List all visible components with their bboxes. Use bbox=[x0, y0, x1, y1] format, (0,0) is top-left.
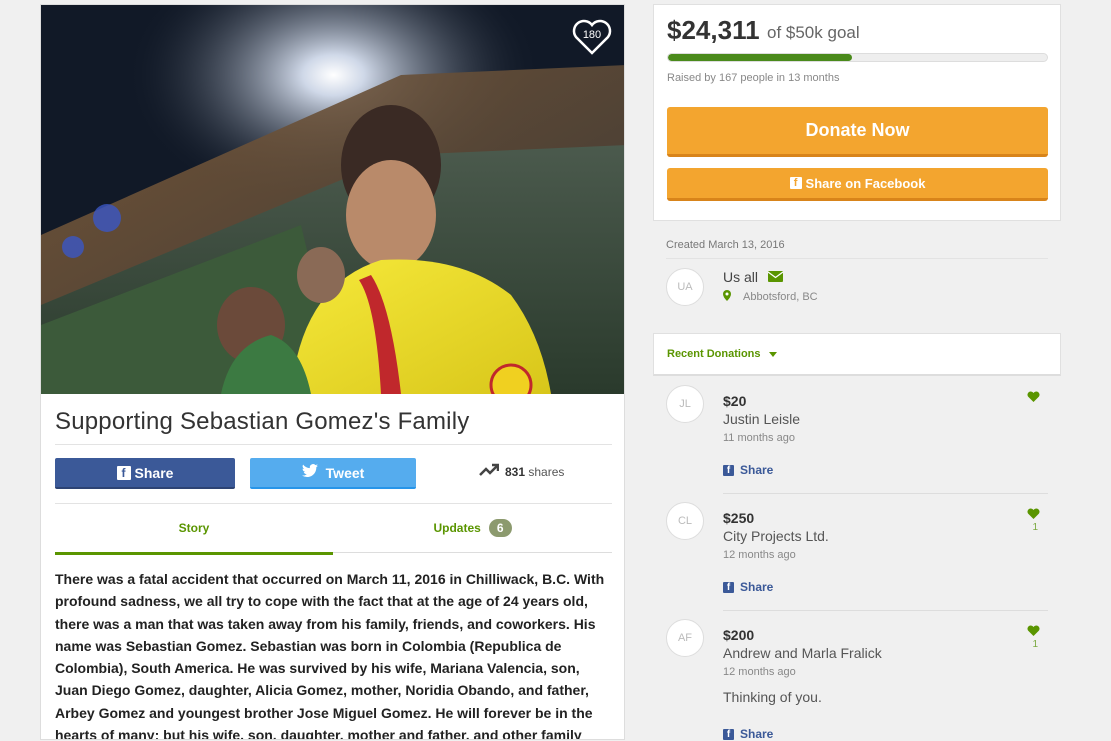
donate-label: Donate Now bbox=[805, 120, 910, 140]
donation-share-button[interactable]: f Share bbox=[723, 727, 773, 741]
like-count: 180 bbox=[582, 29, 602, 41]
facebook-icon: f bbox=[116, 465, 131, 480]
donation-share-button[interactable]: f Share bbox=[723, 580, 773, 594]
donation-like-count: 1 bbox=[1032, 522, 1038, 533]
recent-donations-label: Recent Donations bbox=[667, 348, 761, 360]
envelope-icon[interactable] bbox=[767, 269, 784, 285]
map-marker-icon bbox=[723, 290, 731, 304]
share-label: Share bbox=[134, 464, 174, 481]
divider bbox=[666, 258, 1048, 259]
facebook-icon: f bbox=[723, 728, 734, 740]
donation-item: JL $20 Justin Leisle 11 months ago f Sha… bbox=[666, 385, 1048, 494]
progress-fill bbox=[668, 54, 853, 61]
donation-time: 11 months ago bbox=[723, 432, 795, 444]
donor-name: Andrew and Marla Fralick bbox=[723, 645, 882, 661]
goal-text: of $50k goal bbox=[767, 23, 860, 42]
content-tabs: Story Updates 6 bbox=[55, 504, 612, 555]
facebook-icon: f bbox=[789, 177, 802, 189]
donate-now-button[interactable]: Donate Now bbox=[667, 107, 1048, 157]
donation-time: 12 months ago bbox=[723, 549, 796, 561]
tab-updates-label: Updates bbox=[433, 521, 481, 535]
tab-story-label: Story bbox=[178, 521, 210, 535]
donation-like-count: 1 bbox=[1032, 639, 1038, 650]
donation-message: Thinking of you. bbox=[723, 689, 822, 705]
donation-share-label: Share bbox=[740, 463, 774, 477]
story-text: There was a fatal accident that occurred… bbox=[55, 571, 605, 740]
updates-count-badge: 6 bbox=[488, 519, 512, 537]
divider bbox=[55, 444, 612, 445]
donation-share-label: Share bbox=[740, 727, 774, 741]
donation-amount: $20 bbox=[723, 393, 747, 409]
goal-card: $24,311 of $50k goal Raised by 167 peopl… bbox=[653, 4, 1061, 221]
donation-share-label: Share bbox=[740, 580, 774, 594]
donation-amount: $200 bbox=[723, 627, 755, 643]
shares-count: 831 shares bbox=[479, 463, 564, 480]
campaign-photo-art bbox=[41, 5, 624, 394]
donation-amount: $250 bbox=[723, 510, 755, 526]
donor-name: City Projects Ltd. bbox=[723, 528, 829, 544]
donation-time: 12 months ago bbox=[723, 666, 796, 678]
organizer-location-row: Abbotsford, BC bbox=[723, 290, 818, 304]
twitter-icon bbox=[301, 464, 318, 481]
like-heart-button[interactable]: 180 bbox=[569, 17, 615, 57]
facebook-share-button[interactable]: f Share bbox=[55, 458, 235, 489]
tab-story[interactable]: Story bbox=[55, 504, 333, 555]
raised-amount: $24,311 bbox=[667, 15, 760, 45]
donor-name: Justin Leisle bbox=[723, 411, 801, 427]
organizer-location: Abbotsford, BC bbox=[743, 291, 818, 303]
caret-down-icon bbox=[768, 348, 777, 360]
campaign-photo[interactable]: 180 bbox=[41, 5, 624, 394]
facebook-icon: f bbox=[723, 464, 734, 476]
donation-item: CL $250 City Projects Ltd. 12 months ago… bbox=[666, 502, 1048, 611]
donor-avatar: AF bbox=[666, 619, 704, 657]
created-date: Created March 13, 2016 bbox=[666, 239, 785, 251]
campaign-title: Supporting Sebastian Gomez's Family bbox=[55, 408, 470, 435]
share-on-facebook-label: Share on Facebook bbox=[805, 175, 926, 191]
recent-donations-header[interactable]: Recent Donations bbox=[653, 333, 1061, 376]
organizer-avatar: UA bbox=[666, 268, 704, 306]
shares-number: 831 bbox=[505, 464, 526, 479]
tweet-label: Tweet bbox=[325, 464, 365, 481]
organizer-name[interactable]: Us all bbox=[723, 269, 758, 285]
donor-avatar: CL bbox=[666, 502, 704, 540]
heart-icon[interactable] bbox=[1026, 389, 1040, 407]
divider bbox=[723, 493, 1048, 494]
organizer-name-row: Us all bbox=[723, 269, 784, 285]
progress-bar bbox=[667, 53, 1048, 62]
shares-suffix: shares bbox=[528, 464, 565, 479]
tweet-button[interactable]: Tweet bbox=[250, 458, 416, 489]
recent-donations-dropdown[interactable]: Recent Donations bbox=[667, 348, 777, 360]
donor-avatar: JL bbox=[666, 385, 704, 423]
facebook-icon: f bbox=[723, 581, 734, 593]
donation-share-button[interactable]: f Share bbox=[723, 463, 773, 477]
raised-by-text: Raised by 167 people in 13 months bbox=[667, 72, 840, 84]
trending-up-icon bbox=[479, 463, 500, 480]
divider bbox=[723, 610, 1048, 611]
donation-item: AF $200 Andrew and Marla Fralick 12 mont… bbox=[666, 619, 1048, 741]
tab-updates[interactable]: Updates 6 bbox=[333, 504, 612, 553]
share-on-facebook-button[interactable]: f Share on Facebook bbox=[667, 168, 1048, 201]
campaign-card: 180 Supporting Sebastian Gomez's Family … bbox=[40, 4, 625, 740]
